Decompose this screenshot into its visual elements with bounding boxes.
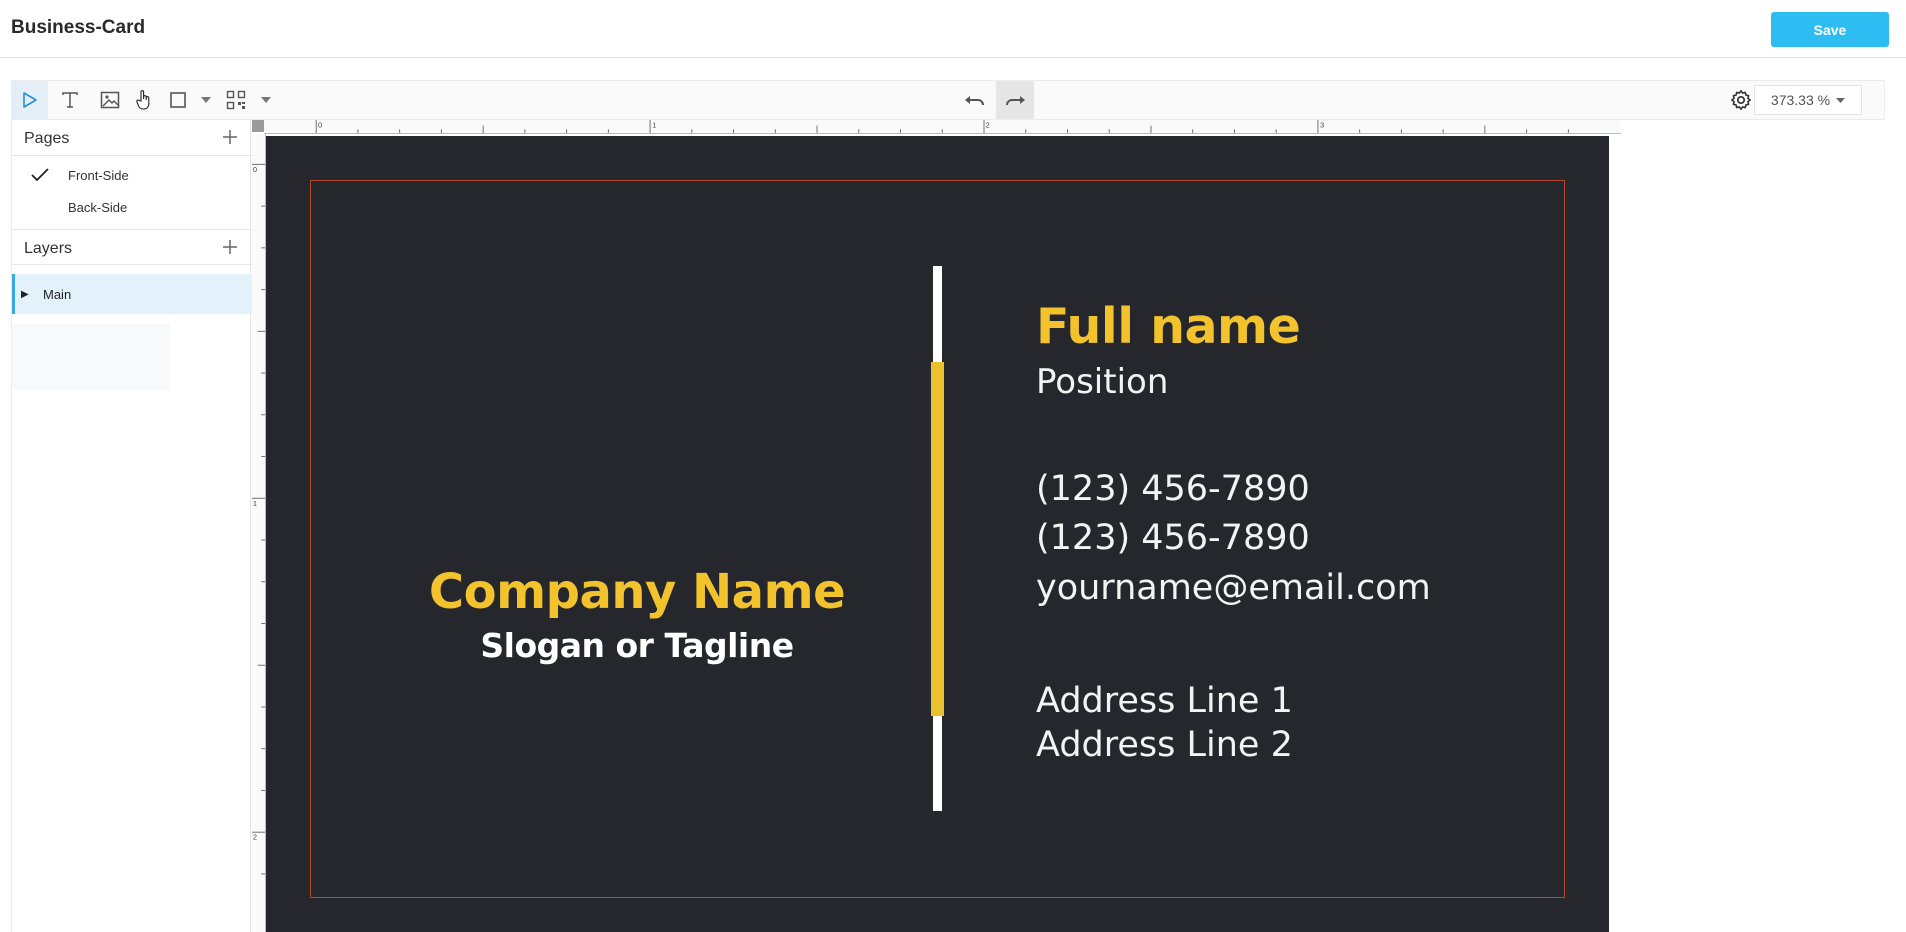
document-title: Business-Card (11, 17, 146, 38)
layers-header: Layers (12, 229, 252, 265)
slogan-text[interactable]: Slogan or Tagline (366, 626, 908, 665)
hand-tool-button[interactable] (130, 81, 158, 119)
position-text[interactable]: Position (1036, 362, 1168, 402)
undo-button[interactable] (956, 81, 994, 119)
page-item-label: Front-Side (68, 168, 129, 183)
side-panel: Pages Front-Side Back-Side Layers ▶ Main (11, 120, 252, 932)
full-name-text[interactable]: Full name (1036, 298, 1301, 355)
phone-1-text[interactable]: (123) 456-7890 (1036, 469, 1310, 509)
ruler-label: 1 (253, 499, 257, 508)
undo-icon (965, 96, 984, 106)
ruler-label: 0 (253, 165, 257, 174)
company-name-text[interactable]: Company Name (366, 564, 908, 620)
add-layer-icon[interactable] (222, 239, 238, 255)
caret-down-icon (1836, 97, 1846, 103)
select-icon (23, 92, 37, 108)
editor-page: Business-Card Save 373.33 % Pages Front-… (0, 0, 1906, 932)
ruler-label: 2 (986, 120, 990, 129)
ruler-label: 2 (253, 832, 257, 841)
save-button[interactable]: Save (1771, 12, 1889, 47)
text-tool-button[interactable] (52, 81, 88, 119)
shape-dropdown[interactable] (198, 81, 214, 119)
rectangle-tool-button[interactable] (160, 81, 196, 119)
caret-down-icon (261, 97, 271, 103)
business-card-canvas[interactable]: Company Name Slogan or Tagline Full name… (266, 136, 1609, 932)
divider-accent-bar[interactable] (931, 362, 944, 716)
ruler-label: 3 (1320, 120, 1324, 129)
horizontal-ruler: 0 1 2 3 (264, 120, 1621, 134)
zoom-value: 373.33 % (1770, 92, 1831, 108)
page-item-back-side[interactable]: Back-Side (12, 192, 252, 222)
expand-triangle-icon[interactable]: ▶ (21, 289, 29, 300)
pages-header: Pages (12, 120, 252, 156)
address-line-1-text[interactable]: Address Line 1 (1036, 681, 1293, 721)
layer-item-main[interactable]: ▶ Main (12, 274, 252, 314)
ruler-corner (252, 120, 264, 132)
page-item-front-side[interactable]: Front-Side (12, 160, 252, 190)
select-tool-button[interactable] (12, 81, 48, 119)
qr-code-tool-button[interactable] (218, 81, 254, 119)
drag-placeholder (12, 324, 170, 390)
gear-icon (1731, 90, 1751, 110)
email-text[interactable]: yourname@email.com (1036, 568, 1431, 608)
ruler-label: 1 (652, 120, 656, 129)
address-line-2-text[interactable]: Address Line 2 (1036, 725, 1293, 765)
hand-icon (136, 90, 150, 110)
caret-down-icon (201, 97, 211, 103)
redo-button[interactable] (996, 81, 1034, 119)
redo-icon (1006, 96, 1025, 106)
add-page-icon[interactable] (222, 129, 238, 145)
checkmark-icon (31, 168, 49, 182)
text-icon (62, 92, 78, 108)
pages-title: Pages (24, 130, 70, 147)
qr-code-icon (226, 90, 246, 110)
qr-code-dropdown[interactable] (258, 81, 274, 119)
layers-title: Layers (24, 240, 73, 257)
rectangle-icon (170, 92, 186, 108)
page-item-label: Back-Side (68, 200, 128, 215)
toolbar: 373.33 % (11, 80, 1885, 120)
app-header: Business-Card Save (0, 0, 1906, 58)
ruler-label: 0 (318, 120, 322, 129)
vertical-ruler: 0 1 2 (252, 134, 266, 932)
layer-item-label: Main (43, 287, 72, 302)
image-tool-button[interactable] (92, 81, 128, 119)
image-icon (100, 91, 120, 109)
phone-2-text[interactable]: (123) 456-7890 (1036, 518, 1310, 558)
zoom-select[interactable]: 373.33 % (1754, 85, 1862, 115)
